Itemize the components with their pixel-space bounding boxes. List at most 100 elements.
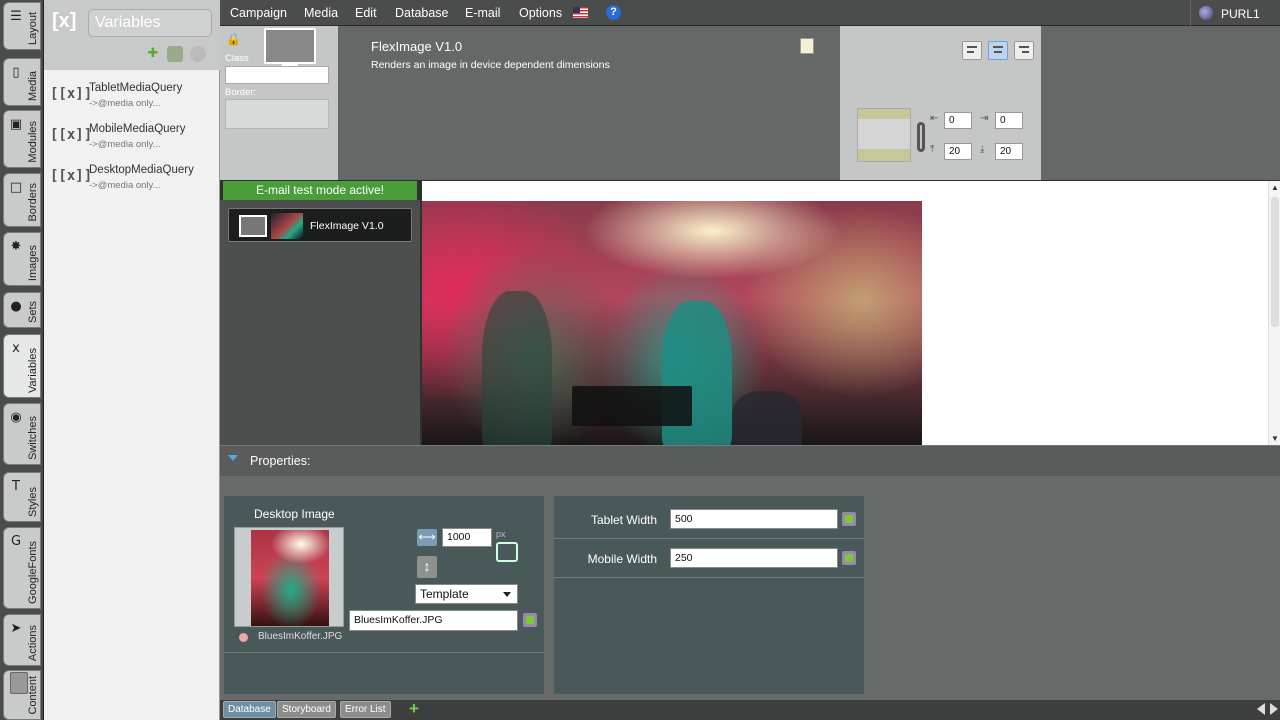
thumbnail-image <box>251 530 329 626</box>
module-list-item[interactable]: FlexImage V1.0 <box>228 208 412 242</box>
divider <box>554 538 864 539</box>
variables-icon: x <box>12 341 20 356</box>
align-right-button[interactable] <box>1014 41 1034 60</box>
variable-item[interactable]: [[x]] MobileMediaQuery ->@media only... <box>44 121 220 161</box>
scroll-left-icon[interactable] <box>1257 703 1265 715</box>
align-center-button[interactable] <box>988 41 1008 60</box>
guitarist-figure <box>482 291 552 445</box>
tablet-pick-icon[interactable] <box>842 512 856 526</box>
image-file-input[interactable]: BluesImKoffer.JPG <box>349 610 518 631</box>
padding-bottom-icon: ⤓ <box>980 144 985 155</box>
module-list-label: FlexImage V1.0 <box>310 220 384 232</box>
trash-icon[interactable] <box>10 672 28 694</box>
sidebar-title: Variables <box>88 9 212 37</box>
rail-tab-actions[interactable]: ➤ Actions <box>3 614 41 666</box>
remove-image-icon[interactable] <box>239 633 248 642</box>
align-left-button[interactable] <box>962 41 982 60</box>
border-field[interactable] <box>225 99 329 129</box>
class-label: Class <box>225 53 249 64</box>
variables-sidebar: [x] Variables ✚ [[x]] TabletMediaQuery -… <box>44 0 220 720</box>
mobile-width-input[interactable]: 250 <box>670 548 838 568</box>
properties-label: Properties: <box>250 454 311 468</box>
test-mode-banner: E-mail test mode active! <box>223 181 417 200</box>
padding-right-input[interactable]: 0 <box>995 112 1023 129</box>
rail-tab-images[interactable]: ✸ Images <box>3 232 41 286</box>
rail-tab-switches[interactable]: ◉ Switches <box>3 403 41 465</box>
variable-icon: [[x]] <box>50 168 93 184</box>
desktop-image-title: Desktop Image <box>254 507 335 521</box>
tablet-width-input[interactable]: 500 <box>670 509 838 529</box>
height-icon[interactable]: ↕ <box>417 556 437 578</box>
padding-top-input[interactable]: 20 <box>944 143 972 160</box>
rail-tab-googlefonts[interactable]: G GoogleFonts <box>3 527 41 609</box>
link-padding-icon[interactable] <box>917 122 925 152</box>
variable-name: TabletMediaQuery <box>89 82 183 94</box>
add-folder-button[interactable] <box>167 46 183 62</box>
sidebar-header: [x] Variables ✚ <box>44 0 220 70</box>
variable-icon: [[x]] <box>50 86 93 102</box>
desktop-image-panel: Desktop Image BluesImKoffer.JPG ⟷ 1000 p… <box>224 496 544 694</box>
flex-image-preview[interactable] <box>422 201 922 445</box>
preview-scrollbar[interactable]: ▲ ▼ <box>1268 181 1280 445</box>
variable-name: MobileMediaQuery <box>89 123 186 135</box>
note-icon[interactable] <box>800 38 814 54</box>
email-preview-canvas[interactable] <box>422 181 1268 445</box>
scroll-thumb[interactable] <box>1271 197 1279 327</box>
scroll-right-icon[interactable] <box>1270 703 1278 715</box>
width-icon: ⟷ <box>417 529 437 546</box>
variable-icon: [[x]] <box>50 127 93 143</box>
variable-item[interactable]: [[x]] TabletMediaQuery ->@media only... <box>44 80 220 120</box>
menu-campaign[interactable]: Campaign <box>230 6 287 20</box>
purl-label: PURL1 <box>1221 7 1260 21</box>
menu-database[interactable]: Database <box>395 6 449 20</box>
tab-database[interactable]: Database <box>223 701 276 718</box>
rail-tab-modules[interactable]: ▣ Modules <box>3 110 41 168</box>
menu-options[interactable]: Options <box>519 6 562 20</box>
collapse-icon[interactable] <box>228 455 238 461</box>
rail-tab-variables[interactable]: x Variables <box>3 334 41 398</box>
text-style-icon: T <box>12 479 20 494</box>
add-tab-icon[interactable]: + <box>409 700 419 718</box>
menu-edit[interactable]: Edit <box>355 6 377 20</box>
mobile-pick-icon[interactable] <box>842 551 856 565</box>
width-unit: px <box>496 529 506 539</box>
template-select[interactable]: Template <box>415 584 518 604</box>
pick-file-icon[interactable] <box>523 613 537 627</box>
google-icon: G <box>10 534 22 549</box>
menu-media[interactable]: Media <box>304 6 338 20</box>
rail-tab-layout[interactable]: ☰ Layout <box>3 2 41 50</box>
tab-storyboard[interactable]: Storyboard <box>277 701 336 718</box>
scroll-up-icon[interactable]: ▲ <box>1271 183 1279 192</box>
left-tool-rail: ☰ Layout ▯ Media ▣ Modules □ Borders ✸ Images… <box>0 0 44 720</box>
module-info: FlexImage V1.0 Renders an image in devic… <box>338 26 840 180</box>
fit-width-icon[interactable] <box>496 542 518 562</box>
padding-left-input[interactable]: 0 <box>944 112 972 129</box>
module-title: FlexImage V1.0 <box>371 39 463 54</box>
padding-right-icon: ⇥ <box>980 113 989 124</box>
tab-error-list[interactable]: Error List <box>340 701 391 718</box>
rail-tab-sets[interactable]: ● Sets <box>3 292 41 328</box>
divider <box>554 577 864 578</box>
module-list: FlexImage V1.0 <box>220 200 420 445</box>
variable-name: DesktopMediaQuery <box>89 164 194 176</box>
menu-email[interactable]: E-mail <box>465 6 500 20</box>
add-variable-button[interactable]: ✚ <box>145 46 161 62</box>
help-icon[interactable]: ? <box>606 5 621 20</box>
scroll-down-icon[interactable]: ▼ <box>1271 434 1279 443</box>
purl-selector[interactable]: PURL1 <box>1190 0 1280 26</box>
us-flag-icon[interactable] <box>573 7 588 18</box>
border-label: Border: <box>225 87 257 98</box>
lock-icon[interactable]: 🔒 <box>226 32 241 46</box>
settings-button[interactable] <box>190 46 206 62</box>
variable-item[interactable]: [[x]] DesktopMediaQuery ->@media only... <box>44 162 220 202</box>
width-input[interactable]: 1000 <box>442 528 492 547</box>
rail-tab-borders[interactable]: □ Borders <box>3 173 41 227</box>
properties-bar[interactable]: Properties: <box>220 445 1280 476</box>
rail-tab-media[interactable]: ▯ Media <box>3 58 41 106</box>
padding-bottom-input[interactable]: 20 <box>995 143 1023 160</box>
class-input[interactable] <box>225 66 329 84</box>
rail-tab-styles[interactable]: T Styles <box>3 472 41 522</box>
variable-value: ->@media only... <box>89 139 161 150</box>
padding-top-icon: ⤒ <box>930 144 935 155</box>
desktop-image-thumbnail[interactable] <box>234 527 344 627</box>
